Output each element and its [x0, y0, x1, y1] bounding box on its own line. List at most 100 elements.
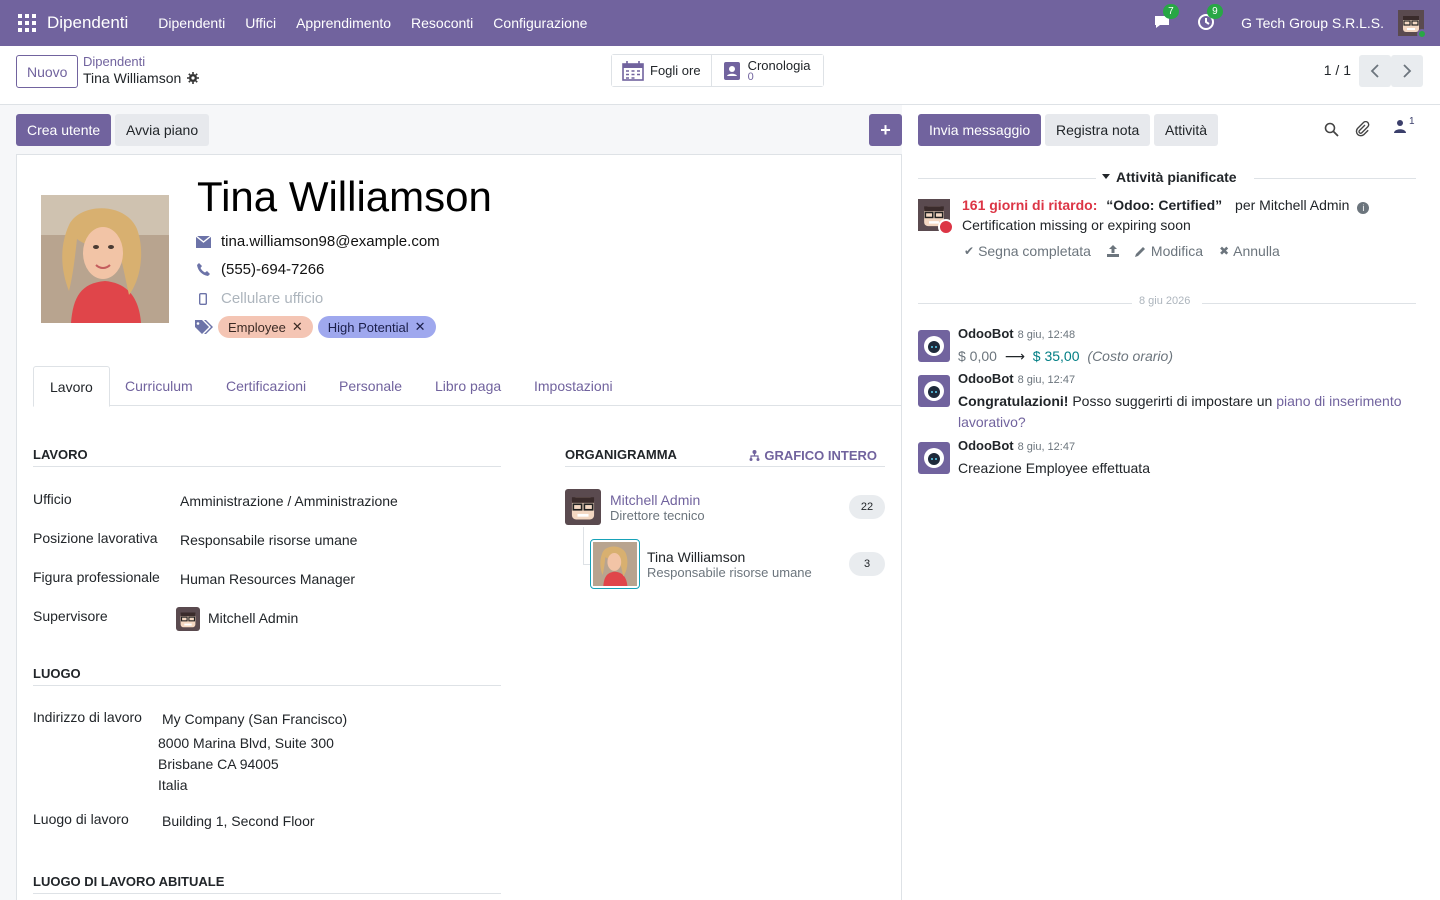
arrow-right-icon: ⟶ — [1004, 348, 1025, 364]
mark-done-button[interactable]: ✔ Segna completata — [964, 243, 1091, 259]
mobile-field[interactable]: Cellulare ufficio — [195, 290, 323, 307]
smart-buttons: Fogli ore Cronologia 0 — [611, 54, 824, 87]
top-navbar: Dipendenti Dipendenti Uffici Apprendimen… — [0, 0, 1440, 46]
tracking-old-value: $ 0,00 — [958, 348, 997, 364]
tab-certificazioni[interactable]: Certificazioni — [210, 366, 322, 406]
email-field[interactable]: tina.williamson98@example.com — [195, 233, 440, 250]
messages-badge: 7 — [1163, 4, 1179, 19]
department-value[interactable]: Amministrazione / Amministrazione — [180, 493, 398, 509]
followers-button[interactable]: 1 — [1394, 116, 1415, 133]
org-employee-avatar — [590, 539, 640, 589]
cancel-activity-button[interactable]: ✖ Annulla — [1219, 243, 1280, 259]
work-address-line1: 8000 Marina Blvd, Suite 300 — [158, 735, 334, 751]
menu-apprendimento[interactable]: Apprendimento — [286, 15, 401, 31]
create-user-button[interactable]: Crea utente — [16, 114, 112, 146]
message-body: Creazione Employee effettuata — [958, 460, 1150, 476]
log-note-button[interactable]: Registra nota — [1045, 114, 1151, 146]
odoobot-avatar — [918, 330, 950, 362]
menu-uffici[interactable]: Uffici — [235, 15, 286, 31]
org-employee-count[interactable]: 3 — [849, 552, 885, 576]
work-location-label: Luogo di lavoro — [33, 811, 129, 827]
history-smart-button[interactable]: Cronologia 0 — [710, 55, 823, 86]
chatter: Invia messaggio Registra nota Attività 1… — [902, 105, 1440, 900]
org-employee-job: Responsabile risorse umane — [647, 564, 812, 580]
activities-button[interactable]: Attività — [1154, 114, 1219, 146]
activity-summary: 161 giorni di ritardo: “Odoo: Certified”… — [962, 197, 1370, 214]
job-title-value[interactable]: Human Resources Manager — [180, 571, 355, 587]
remove-tag-icon[interactable]: ✕ — [292, 319, 303, 335]
odoobot-avatar — [918, 375, 950, 407]
online-status-dot — [1417, 29, 1427, 39]
planned-activities-header[interactable]: Attività pianificate — [918, 167, 1416, 187]
full-org-chart-link[interactable]: GRAFICO INTERO — [749, 448, 877, 463]
envelope-icon — [195, 234, 211, 250]
menu-resoconti[interactable]: Resoconti — [401, 15, 483, 31]
employee-name[interactable]: Tina Williamson — [197, 173, 492, 221]
work-address-line2: Brisbane CA 94005 — [158, 756, 279, 772]
job-position-value[interactable]: Responsabile risorse umane — [180, 532, 357, 548]
menu-configurazione[interactable]: Configurazione — [483, 15, 597, 31]
start-plan-button[interactable]: Avvia piano — [115, 114, 210, 146]
manager-label: Supervisore — [33, 608, 108, 624]
work-address-country: Italia — [158, 777, 188, 793]
activity-actions: ✔ Segna completata Modifica ✖ Annulla — [964, 243, 1280, 259]
status-bar: Crea utente Avvia piano + — [16, 114, 902, 146]
tab-impostazioni[interactable]: Impostazioni — [518, 366, 629, 406]
new-button[interactable]: Nuovo — [16, 55, 79, 88]
add-action-button[interactable]: + — [869, 114, 902, 146]
tab-libro-paga[interactable]: Libro paga — [419, 366, 517, 406]
pager-previous-button[interactable] — [1359, 55, 1391, 87]
tab-curriculum[interactable]: Curriculum — [109, 366, 209, 406]
user-avatar[interactable] — [1398, 10, 1427, 39]
phone-field[interactable]: (555)-694-7266 — [195, 261, 324, 278]
send-message-button[interactable]: Invia messaggio — [918, 114, 1042, 146]
activities-clock-icon[interactable]: 9 — [1197, 4, 1223, 33]
remove-tag-icon[interactable]: ✕ — [415, 319, 426, 335]
message-text: Posso suggerirti di impostare un — [1072, 393, 1273, 409]
menu-dipendenti[interactable]: Dipendenti — [148, 15, 235, 31]
job-position-label: Posizione lavorativa — [33, 530, 158, 546]
company-switcher[interactable]: G Tech Group S.R.L.S. — [1241, 15, 1384, 31]
work-location-value[interactable]: Building 1, Second Floor — [162, 813, 315, 829]
manager-value[interactable]: Mitchell Admin — [208, 610, 298, 626]
paperclip-icon[interactable] — [1355, 120, 1370, 140]
upload-icon — [1106, 245, 1119, 257]
form-view: Crea utente Avvia piano + Tina Williamso… — [0, 105, 918, 900]
search-icon[interactable] — [1324, 122, 1339, 140]
info-icon[interactable]: i — [1357, 202, 1370, 214]
employee-photo[interactable] — [41, 195, 169, 323]
close-icon: ✖ — [1219, 244, 1230, 258]
message-bold-text: Congratulazioni! — [958, 393, 1069, 409]
timesheets-smart-button[interactable]: Fogli ore — [612, 55, 711, 86]
message-author: OdooBot 8 giu, 12:48 — [958, 326, 1075, 341]
tab-lavoro[interactable]: Lavoro — [33, 366, 110, 407]
breadcrumb-parent[interactable]: Dipendenti — [83, 54, 145, 69]
messages-icon[interactable]: 7 — [1153, 4, 1179, 33]
pager-value[interactable]: 1 / 1 — [1324, 62, 1351, 78]
check-icon: ✔ — [964, 244, 975, 258]
message-author: OdooBot 8 giu, 12:47 — [958, 438, 1075, 453]
apps-menu-icon[interactable] — [18, 14, 36, 32]
message-author: OdooBot 8 giu, 12:47 — [958, 371, 1075, 386]
org-employee-node: Tina Williamson Responsabile risorse uma… — [590, 539, 812, 589]
org-manager-count[interactable]: 22 — [849, 495, 885, 519]
tags-field[interactable]: Employee ✕ High Potential ✕ — [195, 316, 436, 338]
tag-high-potential-label: High Potential — [327, 319, 409, 335]
message-author-name: OdooBot — [958, 371, 1014, 386]
work-address-company[interactable]: My Company (San Francisco) — [162, 711, 347, 727]
tab-personale[interactable]: Personale — [323, 366, 418, 406]
tracking-field-name: (Costo orario) — [1087, 348, 1173, 364]
upload-button[interactable] — [1106, 245, 1119, 257]
chevron-left-icon — [1370, 64, 1379, 78]
tracking-new-value: $ 35,00 — [1032, 348, 1080, 364]
org-manager-name[interactable]: Mitchell Admin — [610, 492, 705, 508]
edit-activity-button[interactable]: Modifica — [1134, 243, 1203, 259]
pager-next-button[interactable] — [1391, 55, 1423, 87]
org-manager-node[interactable]: Mitchell Admin Direttore tecnico — [565, 489, 705, 525]
app-name[interactable]: Dipendenti — [47, 13, 128, 33]
activity-clock-icon — [938, 219, 954, 235]
job-title-label: Figura professionale — [33, 569, 160, 585]
gear-icon[interactable] — [187, 72, 200, 84]
message-time: 8 giu, 12:48 — [1017, 329, 1076, 341]
divider-line — [1254, 178, 1416, 179]
